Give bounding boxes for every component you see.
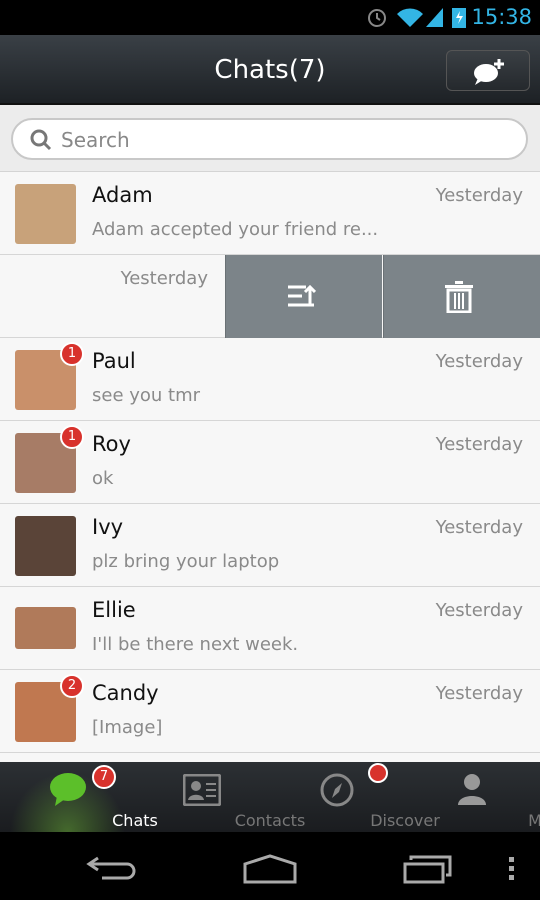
chat-row-ellie[interactable]: Ellie I'll be there next week. Yesterday xyxy=(0,587,540,670)
chat-time: Yesterday xyxy=(435,517,523,538)
mark-top-icon xyxy=(288,284,316,307)
system-nav-bar xyxy=(0,832,540,900)
home-icon[interactable] xyxy=(243,854,297,884)
tab-contacts[interactable]: Contacts xyxy=(135,762,305,832)
chat-name: Ellie xyxy=(92,598,136,622)
unread-badge: 1 xyxy=(60,425,84,449)
app-header: Chats(7) xyxy=(0,35,540,105)
chat-time: Yesterday xyxy=(435,683,523,704)
chat-row-candy[interactable]: 2 Candy [Image] Yesterday xyxy=(0,670,540,753)
battery-icon xyxy=(452,8,466,28)
search-bar-container: Search xyxy=(0,105,540,172)
chat-name: Ivy xyxy=(92,515,124,539)
chat-preview: [Image] xyxy=(92,717,163,738)
recent-apps-icon[interactable] xyxy=(403,854,453,884)
new-chat-button[interactable] xyxy=(446,50,530,91)
back-icon[interactable] xyxy=(86,854,138,882)
tab-chats[interactable]: 7 Chats xyxy=(0,762,158,832)
chat-time: Yesterday xyxy=(120,268,208,289)
tab-me[interactable]: Me xyxy=(405,762,540,832)
chat-row-adam[interactable]: Adam Adam accepted your friend re... Yes… xyxy=(0,172,540,255)
delete-button[interactable] xyxy=(383,255,540,338)
chat-time: Yesterday xyxy=(435,600,523,621)
notification-dot xyxy=(368,763,388,783)
chat-name: Paul xyxy=(92,349,136,373)
contact-card-icon xyxy=(183,774,221,806)
trash-icon xyxy=(445,281,473,313)
chat-row-ivy[interactable]: Ivy plz bring your laptop Yesterday xyxy=(0,504,540,587)
swiped-chat-row[interactable]: Yesterday xyxy=(0,255,540,338)
chat-name: Roy xyxy=(92,432,131,456)
chat-time: Yesterday xyxy=(435,351,523,372)
mark-top-button[interactable] xyxy=(225,255,382,338)
chat-bubble-icon xyxy=(50,773,86,806)
chat-name: Candy xyxy=(92,681,159,705)
avatar xyxy=(15,607,76,649)
chat-name: Adam xyxy=(92,183,153,207)
tab-discover[interactable]: Discover xyxy=(270,762,440,832)
alarm-icon xyxy=(368,9,386,27)
chat-preview: ok xyxy=(92,468,114,489)
tab-label: Me xyxy=(528,811,540,830)
search-input[interactable]: Search xyxy=(11,118,528,160)
bottom-tab-bar: 7 Chats Contacts Discover Me xyxy=(0,762,540,832)
chat-bubble-plus-icon xyxy=(474,59,504,85)
chat-preview: Adam accepted your friend re... xyxy=(92,219,379,240)
chat-row-roy[interactable]: 1 Roy ok Yesterday xyxy=(0,421,540,504)
compass-icon xyxy=(320,773,354,807)
overflow-menu-icon[interactable] xyxy=(508,856,516,882)
status-bar: 15:38 xyxy=(0,0,540,35)
wifi-signal-icon xyxy=(397,8,443,27)
unread-badge: 1 xyxy=(60,342,84,366)
unread-badge: 2 xyxy=(60,674,84,698)
avatar xyxy=(15,184,76,244)
search-placeholder: Search xyxy=(61,128,130,152)
search-icon xyxy=(30,129,52,151)
avatar xyxy=(15,516,76,576)
chat-time: Yesterday xyxy=(435,434,523,455)
chat-preview: see you tmr xyxy=(92,385,201,406)
clock: 15:38 xyxy=(471,5,532,29)
chat-row-paul[interactable]: 1 Paul see you tmr Yesterday xyxy=(0,338,540,421)
chat-time: Yesterday xyxy=(435,185,523,206)
person-icon xyxy=(458,774,486,805)
chat-preview: plz bring your laptop xyxy=(92,551,280,572)
chat-preview: I'll be there next week. xyxy=(92,634,299,655)
unread-badge: 7 xyxy=(92,765,116,789)
